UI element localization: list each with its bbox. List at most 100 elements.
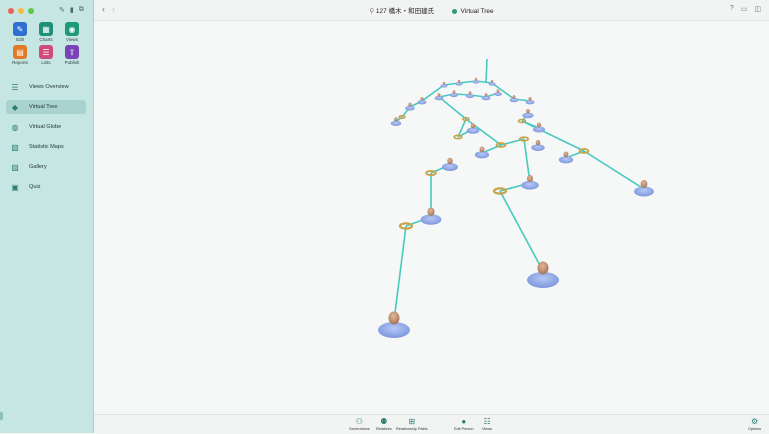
person-head (490, 79, 494, 83)
relationship-line (583, 150, 645, 190)
tool-label: Reports (12, 60, 28, 65)
person-figure[interactable] (449, 90, 459, 98)
person-head (512, 95, 516, 99)
sidebar-resize-handle[interactable] (0, 412, 3, 420)
views-tool-button[interactable]: ◉ Views (59, 22, 85, 42)
person-head (420, 96, 424, 101)
views-menu-button[interactable]: ☷ Views (482, 417, 492, 431)
person-figure[interactable] (522, 108, 534, 119)
virtual-tree-canvas[interactable] (94, 21, 769, 414)
person-figure[interactable] (531, 139, 545, 152)
minimize-window-button[interactable] (18, 8, 24, 14)
person-head (452, 90, 456, 94)
person-figure[interactable] (634, 180, 654, 197)
history-icon[interactable]: ⧉ (79, 6, 84, 14)
sidebar-item-statistic-maps[interactable]: ▧ Statistic Maps (6, 140, 86, 154)
close-window-button[interactable] (8, 8, 14, 14)
generations-icon: ⚇ (355, 417, 363, 426)
person-figure[interactable] (405, 102, 415, 111)
person-figure[interactable] (558, 151, 574, 164)
sidebar-item-gallery[interactable]: ▨ Gallery (6, 160, 86, 174)
pencil-icon: ✎ (13, 22, 27, 36)
bottom-button-label: Relatives (376, 427, 392, 431)
publish-icon: ⇪ (65, 45, 79, 59)
relatives-button[interactable]: ⚉ Relatives (376, 417, 392, 431)
lists-icon: ☰ (39, 45, 53, 59)
lists-tool-button[interactable]: ☰ Lists (33, 45, 59, 65)
list-icon: ☰ (11, 82, 19, 92)
tag-icon[interactable]: ✎ (59, 6, 65, 14)
person-figure[interactable] (440, 81, 448, 88)
person-figure[interactable] (442, 157, 458, 171)
reports-tool-button[interactable]: ▤ Reports (7, 45, 33, 65)
gallery-icon: ▨ (11, 162, 19, 172)
person-head (479, 146, 485, 153)
person-figure[interactable] (466, 123, 480, 134)
person-figure[interactable] (465, 91, 475, 99)
options-button[interactable]: ⚙ Options (748, 417, 761, 431)
virtual-tree-scene[interactable] (94, 21, 769, 414)
quiz-icon: ▣ (11, 182, 19, 192)
tool-label: Views (66, 37, 78, 42)
edit-person-button[interactable]: ● Edit Person (454, 417, 474, 431)
sidebar-toolbar-icons: ✎ ▮ ⧉ (59, 6, 84, 14)
bottom-button-label: Options (748, 427, 762, 431)
sidebar-item-virtual-globe[interactable]: ◍ Virtual Globe (6, 120, 86, 134)
charts-tool-button[interactable]: ▦ Charts (33, 22, 59, 42)
title-bar: ‹ › ⚲ 127 橋木・和田建氏 Virtual Tree ? ▭ ◫ (94, 0, 769, 21)
person-figure[interactable] (525, 96, 535, 105)
sidebar-item-label: Statistic Maps (29, 144, 64, 150)
generations-button[interactable]: ⚇ Generations (349, 417, 370, 431)
edit-tool-button[interactable]: ✎ Edit (7, 22, 33, 42)
globe-icon: ◍ (11, 122, 19, 132)
person-head (640, 180, 648, 189)
sidebar-item-views-overview[interactable]: ☰ Views Overview (6, 80, 86, 94)
person-figure[interactable] (434, 93, 444, 101)
reports-icon: ▤ (13, 45, 27, 59)
tool-label: Lists (41, 60, 51, 65)
sidebar-item-label: Virtual Globe (29, 124, 62, 130)
view-status-icon (451, 8, 457, 14)
person-figure[interactable] (481, 93, 491, 101)
person-head (394, 117, 398, 122)
person-head (388, 311, 400, 325)
person-figure[interactable] (472, 77, 480, 84)
relatives-icon: ⚉ (380, 417, 388, 426)
main-tools: ✎ Edit ▦ Charts ◉ Views ▤ Reports ☰ List… (7, 22, 85, 65)
window-title: ⚲ 127 橋木・和田建氏 Virtual Tree (94, 5, 769, 15)
person-head (537, 261, 549, 275)
person-figure[interactable] (455, 79, 463, 86)
options-icon: ⚙ (750, 417, 759, 426)
help-icon[interactable]: ? (730, 5, 734, 13)
sidebar-item-quiz[interactable]: ▣ Quiz (6, 180, 86, 194)
bookmark-icon[interactable]: ▮ (70, 6, 74, 14)
person-figure[interactable] (378, 311, 410, 339)
relationship-line (393, 225, 407, 322)
zoom-window-button[interactable] (28, 8, 34, 14)
person-head (447, 157, 453, 165)
sidebar-toggle-icon[interactable]: ◫ (754, 5, 761, 13)
person-head (484, 93, 488, 97)
sidebar-item-virtual-tree[interactable]: ◆ Virtual Tree (6, 100, 86, 114)
person-figure[interactable] (488, 79, 496, 86)
views-navigation: ☰ Views Overview ◆ Virtual Tree ◍ Virtua… (6, 80, 86, 200)
relationship-line (485, 58, 488, 84)
person-head (427, 207, 435, 217)
person-head (496, 89, 500, 93)
relationship-line (499, 190, 544, 272)
person-head (474, 77, 478, 81)
person-figure[interactable] (474, 146, 490, 159)
person-figure[interactable] (527, 261, 559, 289)
views-icon: ☷ (483, 417, 491, 426)
window-icon[interactable]: ▭ (741, 5, 748, 13)
relationship-line (491, 82, 515, 100)
relationship-paths-button[interactable]: ⊞ Relationship Paths (396, 417, 428, 431)
bottom-toolbar: ⚇ Generations ⚉ Relatives ⊞ Relationship… (94, 414, 769, 434)
sidebar: ✎ ▮ ⧉ ✎ Edit ▦ Charts ◉ Views ▤ Reports … (0, 0, 94, 433)
publish-tool-button[interactable]: ⇪ Publish (59, 45, 85, 65)
person-figure[interactable] (532, 122, 546, 133)
bottom-button-label: Relationship Paths (396, 427, 428, 431)
cube-icon: ◆ (11, 102, 19, 112)
person-figure[interactable] (521, 175, 539, 190)
person-figure[interactable] (420, 207, 442, 225)
